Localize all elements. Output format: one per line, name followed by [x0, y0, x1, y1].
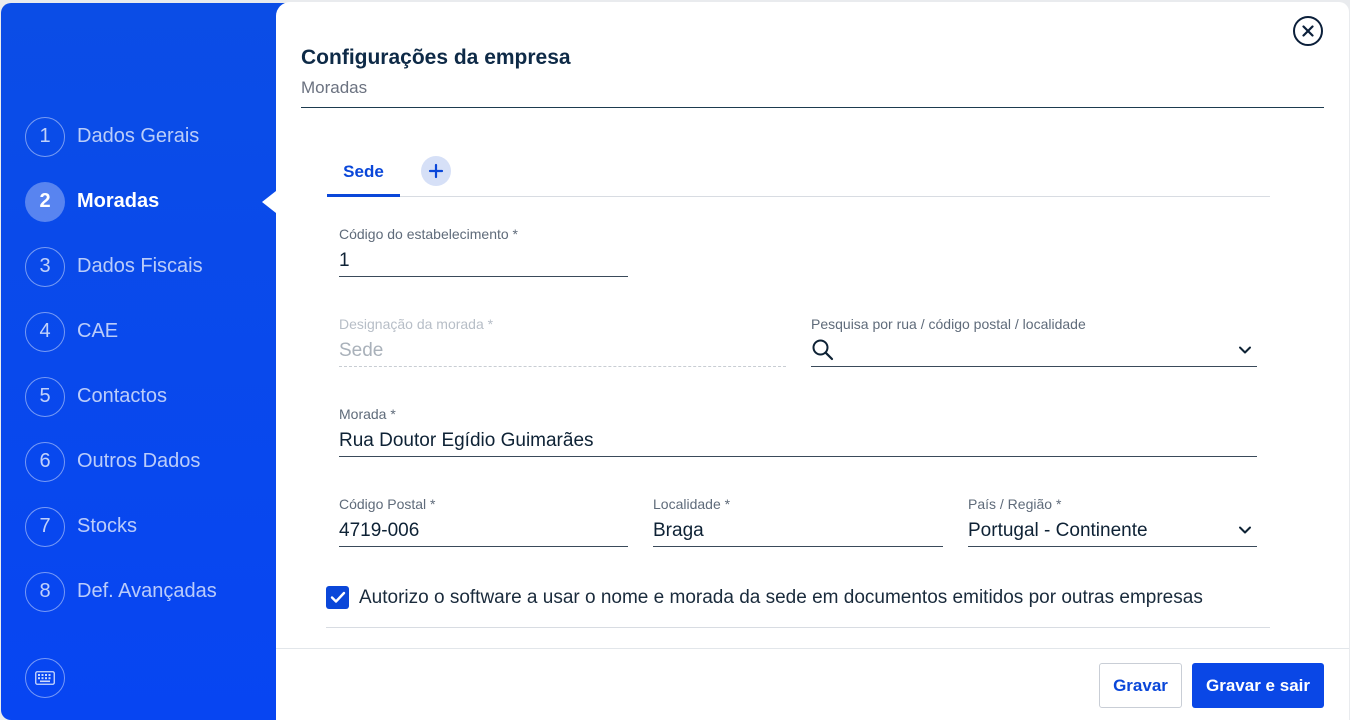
pesquisa-input[interactable]: [811, 334, 1257, 367]
search-icon: [812, 339, 834, 361]
autorizo-label[interactable]: Autorizo o software a usar o nome e mora…: [359, 586, 1203, 610]
dialog-frame: 1 Dados Gerais 2 Moradas 3 Dados Fiscais…: [0, 0, 1350, 720]
localidade-input[interactable]: Braga: [653, 514, 943, 547]
pais-regiao-field: País / Região * Portugal - Continente: [968, 496, 1257, 547]
address-tabs: Sede: [327, 152, 1270, 197]
codigo-postal-input[interactable]: 4719-006: [339, 514, 628, 547]
pais-regiao-label: País / Região *: [968, 496, 1062, 512]
designacao-morada-field: Designação da morada * Sede: [339, 316, 786, 367]
step-label: Dados Fiscais: [77, 255, 203, 277]
wizard-sidebar: 1 Dados Gerais 2 Moradas 3 Dados Fiscais…: [1, 3, 286, 720]
codigo-estabelecimento-input[interactable]: 1: [339, 244, 628, 277]
step-number: 8: [25, 571, 65, 612]
dialog-footer: Gravar Gravar e sair: [276, 648, 1349, 720]
chevron-down-icon[interactable]: [1238, 345, 1252, 355]
step-label: Def. Avançadas: [77, 580, 217, 602]
main-panel: Configurações da empresa Moradas Sede Có…: [276, 2, 1349, 720]
codigo-estabelecimento-field: Código do estabelecimento * 1: [339, 226, 628, 277]
designacao-morada-label: Designação da morada *: [339, 316, 494, 332]
step-number: 1: [25, 116, 65, 157]
step-number: 6: [25, 441, 65, 482]
checkmark-icon: [330, 591, 345, 603]
gravar-button[interactable]: Gravar: [1099, 663, 1182, 708]
step-dados-gerais[interactable]: 1 Dados Gerais: [25, 104, 217, 169]
step-def-avancadas[interactable]: 8 Def. Avançadas: [25, 559, 217, 624]
step-outros-dados[interactable]: 6 Outros Dados: [25, 429, 217, 494]
add-address-button[interactable]: [421, 156, 451, 186]
morada-field: Morada * Rua Doutor Egídio Guimarães: [339, 406, 1257, 457]
pesquisa-field: Pesquisa por rua / código postal / local…: [811, 316, 1257, 367]
step-label: CAE: [77, 320, 119, 342]
pais-regiao-value: Portugal - Continente: [968, 519, 1148, 541]
chevron-down-icon: [1239, 526, 1251, 534]
step-stocks[interactable]: 7 Stocks: [25, 494, 217, 559]
step-number: 3: [25, 246, 65, 287]
step-label: Moradas: [77, 190, 160, 212]
codigo-postal-label: Código Postal *: [339, 496, 436, 512]
gravar-e-sair-button[interactable]: Gravar e sair: [1192, 663, 1324, 708]
step-dados-fiscais[interactable]: 3 Dados Fiscais: [25, 234, 217, 299]
step-label: Dados Gerais: [77, 125, 200, 147]
step-number: 4: [25, 311, 65, 352]
page-title: Configurações da empresa: [301, 46, 571, 69]
page-subtitle: Moradas: [301, 78, 368, 97]
morada-label: Morada *: [339, 406, 396, 422]
localidade-field: Localidade * Braga: [653, 496, 943, 547]
pais-regiao-select[interactable]: Portugal - Continente: [968, 514, 1257, 547]
page-header: Configurações da empresa Moradas: [301, 46, 1324, 108]
autorizo-checkbox[interactable]: [326, 586, 349, 609]
tab-sede[interactable]: Sede: [327, 152, 400, 197]
keyboard-shortcuts-button[interactable]: [25, 658, 65, 698]
codigo-postal-field: Código Postal * 4719-006: [339, 496, 628, 547]
step-label: Stocks: [77, 515, 138, 537]
morada-input[interactable]: Rua Doutor Egídio Guimarães: [339, 424, 1257, 457]
autorizo-row: Autorizo o software a usar o nome e mora…: [326, 586, 1270, 628]
keyboard-icon: [35, 671, 55, 685]
close-icon: [1302, 25, 1314, 37]
step-number: 7: [25, 506, 65, 547]
wizard-steps: 1 Dados Gerais 2 Moradas 3 Dados Fiscais…: [25, 104, 276, 624]
step-contactos[interactable]: 5 Contactos: [25, 364, 217, 429]
pesquisa-label: Pesquisa por rua / código postal / local…: [811, 316, 1086, 332]
step-moradas[interactable]: 2 Moradas: [25, 169, 276, 234]
step-cae[interactable]: 4 CAE: [25, 299, 217, 364]
step-number: 5: [25, 376, 65, 417]
close-button[interactable]: [1293, 16, 1323, 46]
plus-icon: [428, 163, 444, 179]
localidade-label: Localidade *: [653, 496, 731, 512]
step-label: Contactos: [77, 385, 168, 407]
designacao-morada-input: Sede: [339, 334, 786, 367]
step-label: Outros Dados: [77, 450, 201, 472]
step-number: 2: [25, 181, 65, 222]
codigo-estabelecimento-label: Código do estabelecimento *: [339, 226, 519, 242]
